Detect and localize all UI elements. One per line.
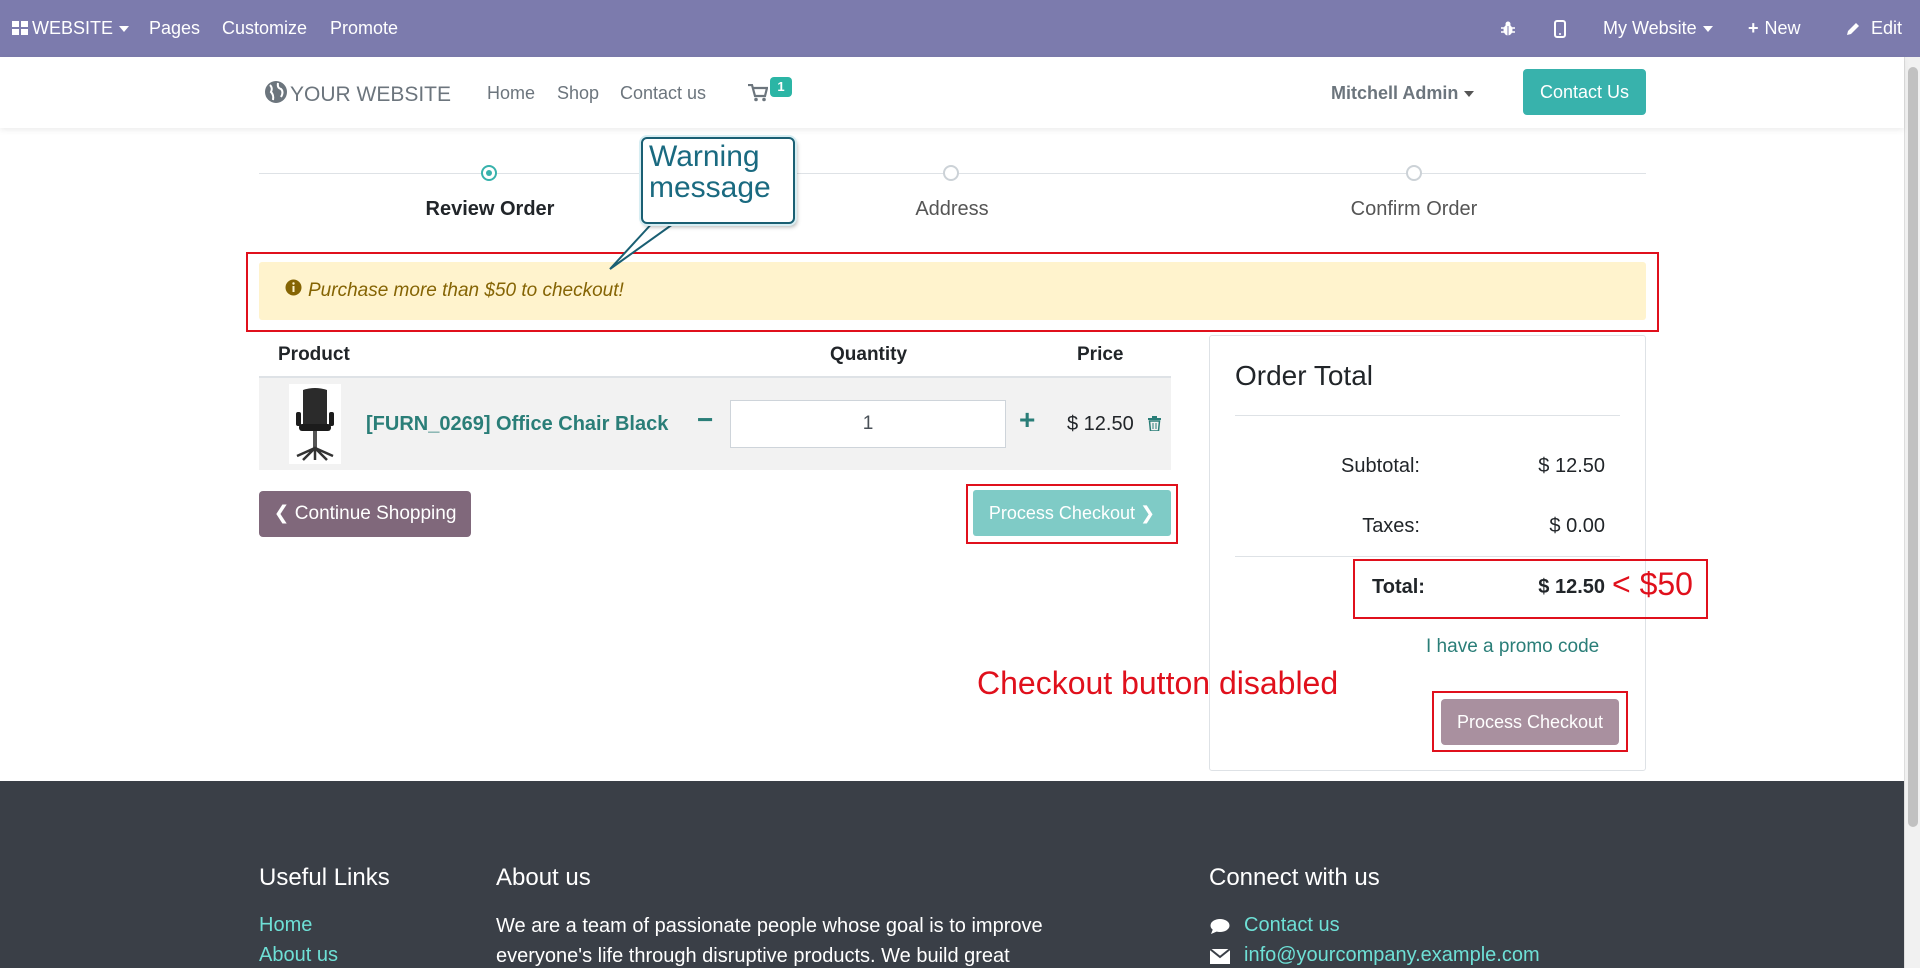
- col-quantity: Quantity: [830, 344, 908, 365]
- contact-us-button[interactable]: Contact Us: [1523, 69, 1646, 115]
- caret-down-icon: [119, 26, 130, 33]
- taxes-label: Taxes:: [1362, 515, 1420, 537]
- warning-highlight-box: [246, 252, 1659, 332]
- subtotal-value: $ 12.50: [1538, 455, 1605, 477]
- subtotal-label: Subtotal:: [1341, 455, 1420, 477]
- divider: [1235, 556, 1620, 557]
- edit-label: Edit: [1871, 18, 1903, 38]
- promote-menu[interactable]: Promote: [330, 0, 398, 57]
- divider: [1235, 415, 1620, 416]
- step-review-order: Review Order: [425, 198, 555, 220]
- logo-text: YOUR WEBSITE: [290, 82, 452, 106]
- about-us-text: We are a team of passionate people whose…: [496, 915, 1043, 967]
- footer-link-home[interactable]: Home: [259, 914, 312, 937]
- step-dot-confirm-order: [1406, 165, 1422, 181]
- connect-title: Connect with us: [1209, 864, 1380, 891]
- user-menu[interactable]: Mitchell Admin: [1331, 83, 1475, 104]
- warning-callout: Warning message: [641, 137, 795, 224]
- about-us-title: About us: [496, 864, 591, 891]
- product-price: $ 12.50: [1067, 413, 1134, 435]
- disabled-annotation: Checkout button disabled: [977, 665, 1339, 701]
- plus-icon: +: [1748, 18, 1759, 38]
- step-dot-address: [943, 165, 959, 181]
- envelope-icon: [1209, 948, 1231, 969]
- caret-down-icon: [1702, 26, 1713, 33]
- website-menu-label: WEBSITE: [32, 18, 114, 38]
- trash-icon[interactable]: [1148, 416, 1161, 436]
- pages-menu[interactable]: Pages: [149, 0, 200, 57]
- nav-shop[interactable]: Shop: [557, 83, 599, 104]
- comment-icon: [1210, 918, 1230, 940]
- apps-grid-icon: [12, 1, 28, 58]
- less-than-annotation: < $50: [1612, 566, 1693, 602]
- website-menu[interactable]: WEBSITE: [12, 0, 130, 58]
- product-image[interactable]: [289, 384, 341, 464]
- product-name-link[interactable]: [FURN_0269] Office Chair Black: [366, 413, 668, 436]
- mobile-preview-icon[interactable]: [1554, 0, 1566, 57]
- user-name: Mitchell Admin: [1331, 83, 1459, 103]
- debug-bug-icon[interactable]: [1500, 0, 1516, 57]
- decrease-quantity-button[interactable]: −: [697, 404, 713, 436]
- new-label: New: [1764, 18, 1801, 38]
- admin-bar: WEBSITE Pages Customize Promote My Websi…: [0, 0, 1920, 57]
- caret-down-icon: [1464, 91, 1475, 98]
- site-selector[interactable]: My Website: [1603, 0, 1713, 57]
- continue-shopping-button[interactable]: ❮ Continue Shopping: [259, 491, 471, 537]
- promo-code-link[interactable]: I have a promo code: [1426, 636, 1599, 658]
- continue-shopping-label: Continue Shopping: [294, 503, 457, 524]
- step-address: Address: [915, 198, 989, 220]
- useful-links-title: Useful Links: [259, 864, 390, 891]
- col-product: Product: [278, 344, 350, 365]
- footer-contact-link[interactable]: Contact us: [1244, 914, 1340, 937]
- cart-icon[interactable]: [748, 83, 769, 107]
- globe-icon: [264, 80, 288, 109]
- chevron-left-icon: ❮: [273, 503, 290, 524]
- disabled-checkout-highlight-box: [1432, 691, 1628, 752]
- cart-count-badge: 1: [770, 77, 792, 97]
- scrollbar-thumb[interactable]: [1908, 67, 1918, 827]
- footer-email-link[interactable]: info@yourcompany.example.com: [1244, 944, 1540, 967]
- site-selector-label: My Website: [1603, 18, 1697, 38]
- nav-contact-us[interactable]: Contact us: [620, 83, 706, 104]
- increase-quantity-button[interactable]: +: [1019, 404, 1035, 436]
- pencil-icon: [1846, 18, 1865, 38]
- site-logo[interactable]: YOUR WEBSITE: [264, 80, 451, 109]
- edit-button[interactable]: Edit: [1846, 0, 1902, 57]
- page-scrollbar[interactable]: [1904, 57, 1920, 968]
- customize-menu[interactable]: Customize: [222, 0, 307, 57]
- order-total-title: Order Total: [1235, 360, 1373, 391]
- col-price: Price: [1077, 344, 1124, 365]
- taxes-value: $ 0.00: [1549, 515, 1605, 537]
- step-dot-review-order: [481, 165, 497, 181]
- callout-pointer: [609, 218, 684, 270]
- footer-link-about-us[interactable]: About us: [259, 944, 338, 967]
- new-button[interactable]: + New: [1748, 0, 1801, 57]
- nav-home[interactable]: Home: [487, 83, 535, 104]
- step-confirm-order: Confirm Order: [1350, 198, 1478, 220]
- checkout-highlight-box: [966, 484, 1178, 544]
- quantity-input[interactable]: 1: [730, 400, 1006, 448]
